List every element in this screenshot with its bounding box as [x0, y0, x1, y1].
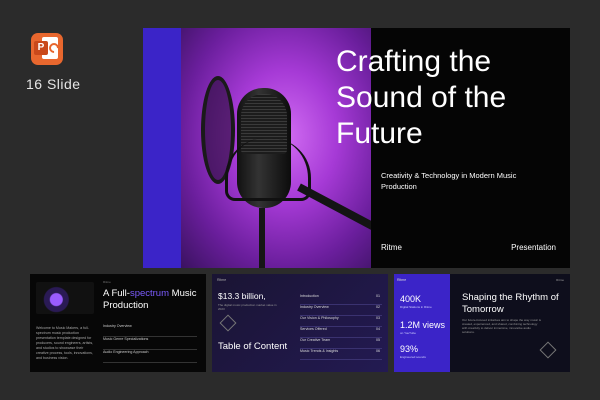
toc-item: Music Trends & Insights 06	[300, 349, 382, 360]
toc-item: Services Offered 04	[300, 327, 382, 338]
slide4-logo: Ritme	[397, 278, 407, 282]
stat-value: 400K	[400, 294, 422, 304]
slide3-toc-title: Table of Content	[218, 341, 288, 352]
cover-brand: Ritme	[381, 243, 402, 252]
toc-item: Introduction 01	[300, 294, 382, 305]
slide4-body: Our future-focused initiatives aim to sh…	[462, 318, 542, 334]
cover-slide-preview[interactable]: Crafting the Sound of the Future Creativ…	[143, 28, 570, 268]
list-item: Industry Overview	[103, 324, 197, 337]
slide2-kicker: Ritme	[103, 280, 111, 284]
toc-item: Industry Overview 02	[300, 305, 382, 316]
slide2-heading: A Full-spectrum Music Production	[103, 288, 197, 311]
app-letter: P	[34, 41, 48, 55]
stat-label: Digital Stations in Ritme	[400, 305, 432, 309]
stat-value: 93%	[400, 344, 419, 354]
slide-thumbnail-4[interactable]: Ritme 400K Digital Stations in Ritme 1.2…	[394, 274, 570, 372]
slide2-body: Welcome to Music Makers, a full-spectrum…	[36, 326, 94, 360]
list-item: Audio Engineering Approach	[103, 350, 197, 363]
stats-panel: Ritme 400K Digital Stations in Ritme 1.2…	[394, 274, 450, 372]
mic-stand-rod	[259, 208, 265, 268]
toc-list: Introduction 01 Industry Overview 02 Our V…	[300, 294, 382, 360]
slide-thumbnail-2[interactable]: Ritme A Full-spectrum Music Production W…	[30, 274, 206, 372]
cover-title: Crafting the Sound of the Future	[336, 45, 507, 150]
stat-label: Engineered sounds	[400, 355, 426, 359]
stat-value: 1.2M views	[400, 320, 446, 330]
slide-count-label: 16 Slide	[26, 76, 81, 92]
cover-kind: Presentation	[511, 243, 556, 252]
powerpoint-icon: P	[31, 33, 63, 65]
speaker-photo	[36, 282, 94, 314]
list-item: Music Genre Specializations	[103, 337, 197, 350]
slide4-heading: Shaping the Rhythm of Tomorrow	[462, 292, 559, 315]
slide3-big-stat-caption: The digital music production market valu…	[218, 303, 277, 311]
toc-item: Our Vision & Philosophy 03	[300, 316, 382, 327]
toc-item: Our Creative Team 05	[300, 338, 382, 349]
slide2-list: Industry Overview Music Genre Specializa…	[103, 324, 197, 363]
cover-subtitle: Creativity & Technology in Modern Music …	[381, 171, 517, 191]
diamond-icon	[219, 314, 237, 332]
slide3-big-stat: $13.3 billion,	[218, 291, 266, 301]
mic-stand-arm	[297, 183, 371, 233]
accent-strip	[143, 28, 181, 268]
stat-label: on YouTube	[400, 331, 416, 335]
slide3-logo: Ritme	[217, 278, 227, 282]
diamond-icon	[539, 341, 557, 359]
slide4-tag: Ritme	[556, 278, 564, 282]
slide-thumbnail-3[interactable]: Ritme $13.3 billion, The digital music p…	[212, 274, 388, 372]
